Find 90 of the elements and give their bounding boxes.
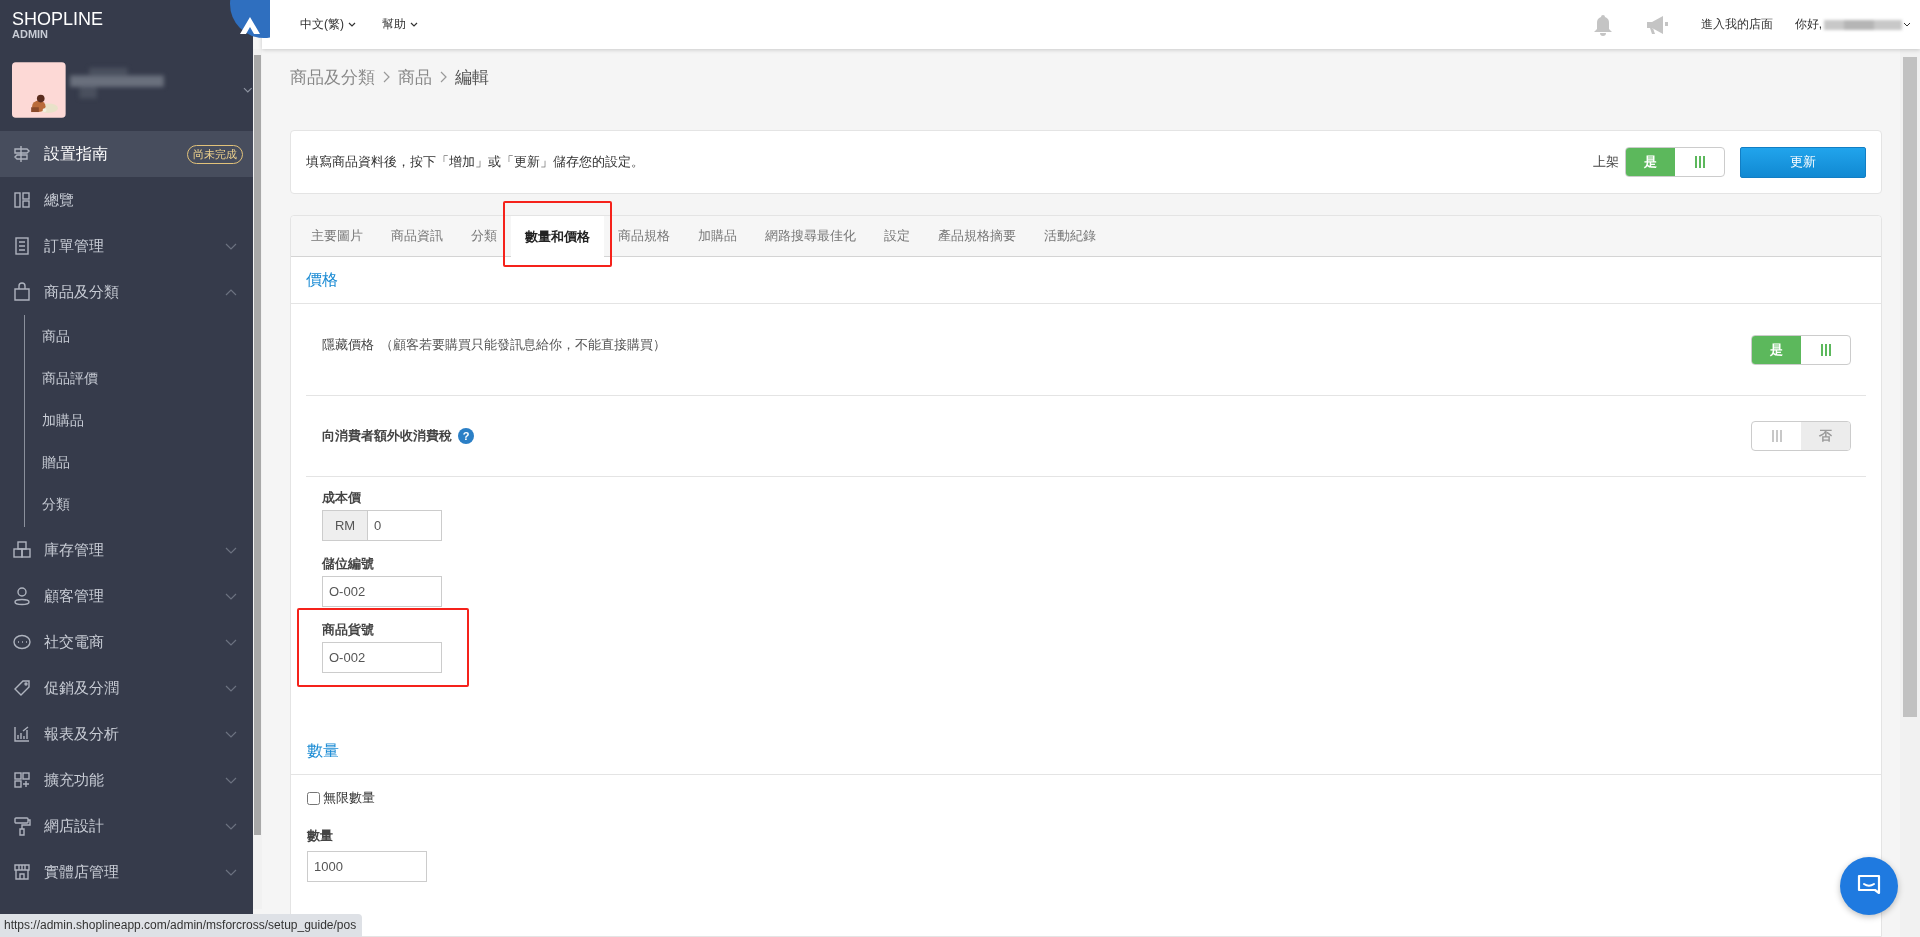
chevron-up-icon — [225, 288, 237, 296]
input-field[interactable]: 0 — [368, 510, 442, 541]
chat-bubble-icon — [12, 632, 32, 652]
input-field[interactable]: O-002 — [322, 576, 442, 607]
chevron-right-icon — [440, 71, 447, 83]
grid-plus-icon — [12, 770, 32, 790]
store-link[interactable]: 進入我的店面 — [1700, 16, 1773, 33]
breadcrumb-current: 編輯 — [455, 66, 489, 89]
field-label: 數量 — [307, 827, 333, 845]
logo-text: SHOPLINE — [12, 10, 105, 28]
grip-icon — [1820, 343, 1831, 356]
status-url: https://admin.shoplineapp.com/admin/msforcross/setup_guide/pos — [0, 914, 363, 937]
sidebar-subitem[interactable]: 商品 — [25, 315, 253, 357]
megaphone-icon — [1644, 13, 1669, 36]
chart-icon — [12, 724, 32, 744]
sidebar-item[interactable]: 顧客管理 — [0, 573, 253, 619]
paint-roller-icon — [12, 816, 32, 836]
tab[interactable]: 分類 — [457, 216, 511, 256]
chevron-down-icon — [225, 546, 237, 554]
checkbox-label: 無限數量 — [323, 789, 375, 807]
dropdown-menu[interactable]: 幫助 — [382, 16, 418, 33]
logo-subtitle: ADMIN — [12, 28, 50, 41]
sidebar-item[interactable]: 實體店管理 — [0, 849, 253, 895]
section-title: 價格 — [291, 257, 1881, 304]
bag-icon — [12, 282, 32, 302]
chevron-down-icon — [225, 242, 237, 250]
chevron-right-icon — [383, 71, 390, 83]
caret-icon — [348, 22, 356, 27]
sidebar-item[interactable]: 總覽 — [0, 177, 253, 223]
publish-label: 上架 — [1593, 153, 1619, 171]
grip-icon — [1771, 430, 1782, 442]
section-title: 數量 — [291, 728, 1881, 775]
field-label: 成本價 — [322, 489, 362, 507]
tab[interactable]: 數量和價格 — [511, 216, 604, 257]
input-field[interactable]: 1000 — [307, 851, 427, 882]
person-icon — [12, 586, 32, 606]
caret-icon — [410, 22, 418, 27]
field-label: 商品貨號 — [322, 621, 375, 639]
chevron-down-icon — [225, 638, 237, 646]
document-icon — [12, 236, 32, 256]
scrollbar[interactable] — [1900, 49, 1920, 937]
caret-icon — [1904, 22, 1910, 27]
setting-label: 隱藏價格 — [322, 335, 374, 354]
layout-icon — [12, 190, 32, 210]
tab[interactable]: 網路搜尋最佳化 — [751, 216, 870, 256]
input-field[interactable]: O-002 — [322, 642, 442, 673]
chevron-down-icon — [243, 87, 253, 93]
sidebar-item[interactable]: 商品及分類 — [0, 269, 253, 315]
tab[interactable]: 加購品 — [684, 216, 751, 256]
notice-text: 填寫商品資料後，按下「增加」或「更新」儲存您的設定。 — [306, 153, 644, 171]
chevron-down-icon — [225, 868, 237, 876]
storefront-icon — [12, 862, 32, 882]
sidebar-item[interactable]: 網店設計 — [0, 803, 253, 849]
chevron-down-icon — [225, 592, 237, 600]
sidebar-item[interactable]: 庫存管理 — [0, 527, 253, 573]
setting-label: 向消費者額外收消費稅 — [322, 427, 452, 445]
sidebar-item[interactable]: 社交電商 — [0, 619, 253, 665]
tab[interactable]: 設定 — [870, 216, 924, 256]
field-label: 儲位編號 — [322, 555, 375, 573]
sidebar-item[interactable]: 訂單管理 — [0, 223, 253, 269]
grip-icon — [1694, 156, 1705, 168]
signpost-icon — [12, 144, 32, 164]
tab[interactable]: 商品資訊 — [377, 216, 457, 256]
tab[interactable]: 活動紀錄 — [1030, 216, 1110, 256]
sidebar-item[interactable]: 設置指南 尚未完成 — [0, 131, 253, 177]
dropdown-menu[interactable]: 中文(繁) — [300, 16, 356, 33]
tab[interactable]: 商品規格 — [604, 216, 684, 256]
bell-icon — [1592, 13, 1613, 36]
scrollbar[interactable] — [253, 49, 262, 909]
tab[interactable]: 產品規格摘要 — [924, 216, 1030, 256]
sidebar-item[interactable]: 報表及分析 — [0, 711, 253, 757]
sidebar-subitem[interactable]: 分類 — [25, 483, 253, 525]
sidebar-subitem[interactable]: 加購品 — [25, 399, 253, 441]
tag-icon — [12, 678, 32, 698]
chevron-down-icon — [225, 822, 237, 830]
checkbox[interactable] — [307, 791, 320, 805]
chevron-down-icon — [225, 684, 237, 692]
tab[interactable]: 主要圖片 — [297, 216, 377, 256]
chevron-down-icon — [225, 776, 237, 784]
setting-hint: （顧客若要購買只能發訊息給你，不能直接購買） — [380, 335, 666, 354]
greeting: 你好, — [1794, 16, 1822, 33]
sidebar-item[interactable]: 促銷及分潤 — [0, 665, 253, 711]
currency-prefix: RM — [322, 510, 368, 541]
chat-button[interactable] — [1840, 857, 1898, 915]
sidebar-subitem[interactable]: 贈品 — [25, 441, 253, 483]
sidebar-subitem[interactable]: 商品評價 — [25, 357, 253, 399]
sidebar-item[interactable]: 擴充功能 — [0, 757, 253, 803]
chevron-down-icon — [225, 730, 237, 738]
boxes-icon — [12, 540, 32, 560]
help-icon[interactable]: ? — [458, 428, 474, 444]
